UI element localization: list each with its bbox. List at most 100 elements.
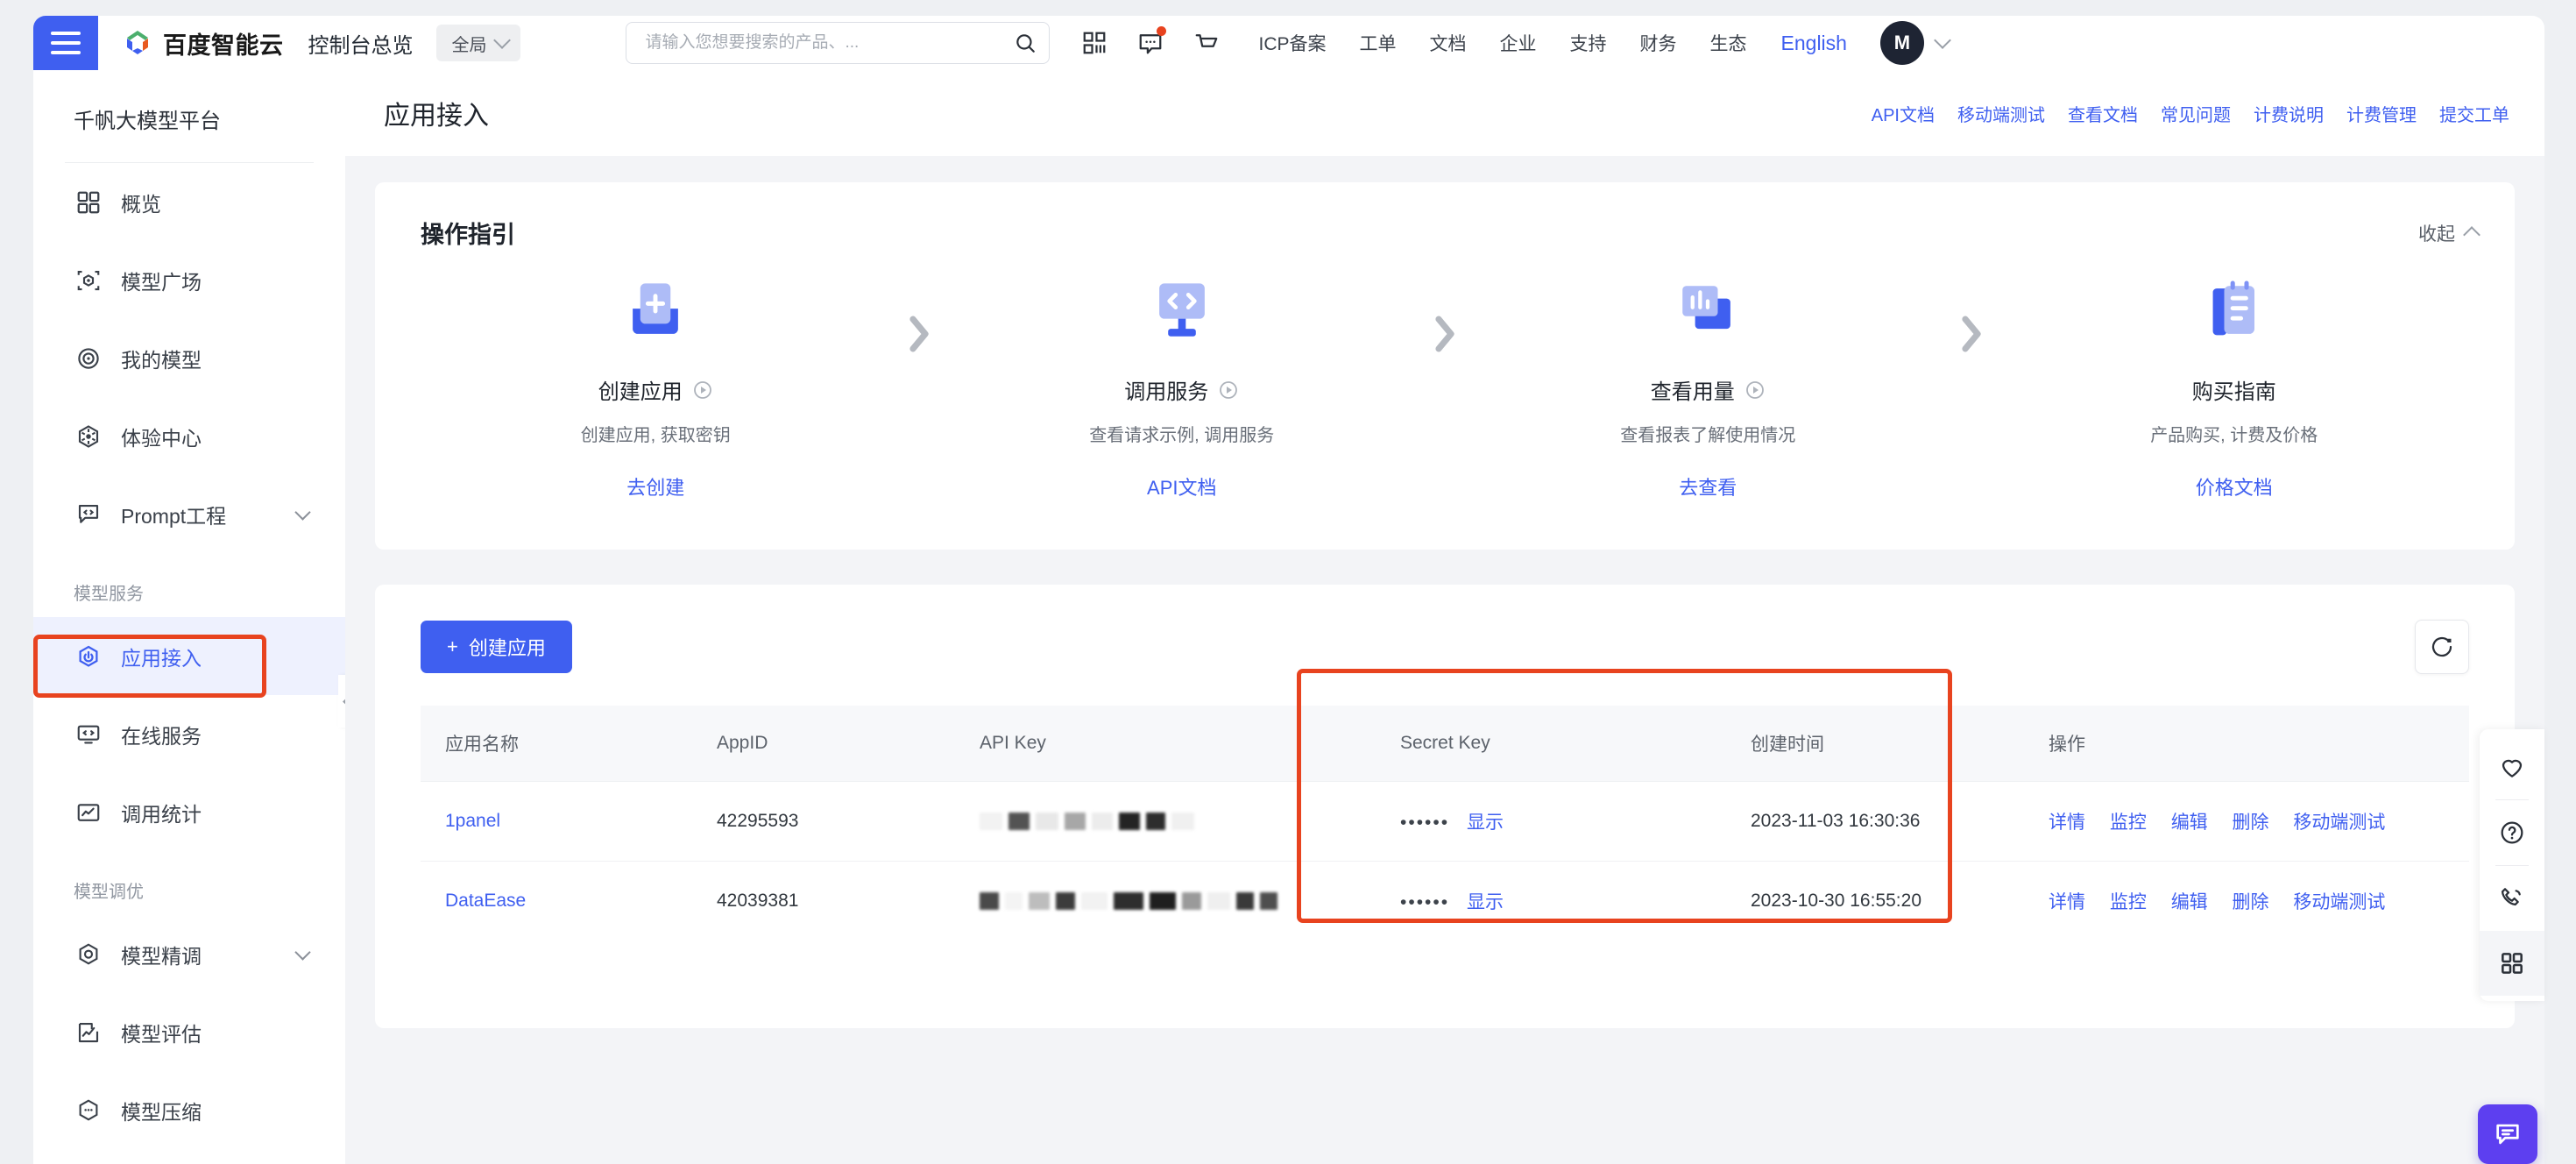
op-edit-link[interactable]: 编辑 (2171, 813, 2208, 833)
sidebar-item-model-evaluation[interactable]: 模型评估 (33, 993, 345, 1071)
avatar[interactable]: M (1880, 21, 1924, 65)
op-monitor-link[interactable]: 监控 (2110, 892, 2147, 912)
sidebar-item-application-access[interactable]: 应用接入 (33, 617, 345, 695)
console-title[interactable]: 控制台总览 (308, 28, 414, 59)
secret-key-show-link[interactable]: 显示 (1467, 892, 1504, 912)
apps-button[interactable] (2480, 931, 2544, 996)
chevron-down-icon[interactable] (294, 504, 310, 520)
search-input[interactable] (646, 33, 1014, 53)
cart-icon[interactable] (1193, 30, 1220, 56)
hamburger-icon[interactable] (33, 16, 98, 70)
play-circle-icon[interactable] (692, 380, 713, 401)
op-mobile-test-link[interactable]: 移动端测试 (2293, 813, 2385, 833)
op-edit-link[interactable]: 编辑 (2171, 892, 2208, 912)
application-appid: 42039381 (692, 862, 955, 941)
refresh-button[interactable] (2415, 620, 2469, 674)
op-mobile-test-link[interactable]: 移动端测试 (2293, 892, 2385, 912)
application-name-link[interactable]: 1panel (445, 811, 500, 831)
guide-step-title-text: 查看用量 (1651, 374, 1735, 405)
sidebar-item-model-compression[interactable]: 模型压缩 (33, 1071, 345, 1149)
guide-step-link[interactable]: 去创建 (626, 472, 684, 500)
sidebar-item-prompt-engineering[interactable]: Prompt工程 (33, 475, 345, 553)
guide-step-view-usage[interactable]: 查看用量 查看报表了解使用情况 去查看 (1480, 267, 1936, 500)
guide-collapse-button[interactable]: 收起 (2418, 220, 2478, 246)
nav-item-finance[interactable]: 财务 (1624, 30, 1694, 56)
sidebar-item-model-square[interactable]: 模型广场 (33, 241, 345, 319)
monitor-icon (75, 721, 102, 748)
sidebar-title: 千帆大模型平台 (33, 70, 345, 162)
header-link-submit-ticket[interactable]: 提交工单 (2439, 101, 2509, 126)
sidebar-item-label: 概览 (121, 188, 161, 217)
sidebar-item-label: 我的模型 (121, 344, 202, 373)
api-key-masked (980, 812, 1376, 831)
op-detail-link[interactable]: 详情 (2049, 892, 2085, 912)
baidu-cloud-logo-icon (123, 28, 152, 58)
top-bar: 百度智能云 控制台总览 全局 (33, 16, 2544, 70)
secret-key-show-link[interactable]: 显示 (1467, 813, 1504, 833)
topbar-nav: ICP备案 工单 文档 企业 支持 财务 生态 English (1242, 30, 1865, 56)
power-icon (75, 643, 102, 670)
application-name-link[interactable]: DataEase (445, 891, 526, 911)
guide-step-title: 创建应用 (598, 374, 713, 405)
header-link-billing-mgmt[interactable]: 计费管理 (2346, 101, 2417, 126)
header-link-mobile-test[interactable]: 移动端测试 (1957, 101, 2045, 126)
qrcode-icon[interactable] (1081, 30, 1108, 56)
chat-support-button[interactable] (2478, 1104, 2537, 1164)
op-delete-link[interactable]: 删除 (2233, 813, 2269, 833)
nav-item-docs[interactable]: 文档 (1413, 30, 1483, 56)
create-application-button[interactable]: + 创建应用 (421, 621, 572, 673)
chevron-down-icon[interactable] (294, 944, 310, 960)
upload-card-icon (615, 267, 696, 351)
call-button[interactable] (2480, 866, 2544, 931)
play-circle-icon[interactable] (1218, 380, 1239, 401)
guide-step-call-service[interactable]: 调用服务 查看请求示例, 调用服务 API文档 (954, 267, 1411, 500)
guide-step-link[interactable]: 去查看 (1679, 472, 1737, 500)
message-icon[interactable] (1137, 30, 1164, 56)
op-monitor-link[interactable]: 监控 (2110, 813, 2147, 833)
nav-item-icp[interactable]: ICP备案 (1242, 30, 1343, 56)
application-secret-key: •••••• 显示 (1376, 862, 1726, 941)
chevron-down-icon[interactable] (1934, 32, 1951, 49)
guide-step-purchase-guide[interactable]: 购买指南 产品购买, 计费及价格 价格文档 (2006, 267, 2463, 500)
column-header-secret-key: Secret Key (1376, 706, 1726, 782)
header-link-billing-desc[interactable]: 计费说明 (2254, 101, 2324, 126)
help-button[interactable] (2480, 800, 2544, 865)
op-delete-link[interactable]: 删除 (2233, 892, 2269, 912)
application-operations: 详情 监控 编辑 删除 移动端测试 (2024, 862, 2469, 941)
region-selector[interactable]: 全局 (436, 25, 520, 61)
header-link-api-doc[interactable]: API文档 (1872, 101, 1935, 126)
sidebar-item-overview[interactable]: 概览 (33, 163, 345, 241)
play-circle-icon[interactable] (1744, 380, 1766, 401)
guide-step-link[interactable]: 价格文档 (2196, 472, 2273, 500)
sidebar-item-online-service[interactable]: 在线服务 (33, 695, 345, 773)
sidebar: 千帆大模型平台 概览 模型广场 (33, 70, 345, 1164)
sidebar-item-model-finetune[interactable]: 模型精调 (33, 915, 345, 993)
application-api-key (955, 862, 1376, 941)
nav-item-ticket[interactable]: 工单 (1343, 30, 1413, 56)
guide-step-create-app[interactable]: 创建应用 创建应用, 获取密钥 去创建 (428, 267, 884, 500)
sidebar-item-my-models[interactable]: 我的模型 (33, 319, 345, 397)
search-icon[interactable] (1014, 32, 1037, 54)
favorite-button[interactable] (2480, 735, 2544, 799)
guide-step-title-text: 购买指南 (2192, 374, 2276, 405)
brand[interactable]: 百度智能云 (123, 26, 284, 60)
nav-item-support[interactable]: 支持 (1553, 30, 1624, 56)
account-menu[interactable]: M (1880, 21, 1949, 65)
nav-item-ecosystem[interactable]: 生态 (1694, 30, 1764, 56)
language-switch[interactable]: English (1764, 32, 1865, 55)
sidebar-item-label: 模型精调 (121, 940, 202, 969)
guide-steps: 创建应用 创建应用, 获取密钥 去创建 (375, 250, 2515, 550)
guide-step-link[interactable]: API文档 (1147, 472, 1216, 500)
nav-item-enterprise[interactable]: 企业 (1483, 30, 1553, 56)
guide-arrow-icon (1936, 267, 2006, 355)
chat-code-icon (75, 501, 102, 528)
op-detail-link[interactable]: 详情 (2049, 813, 2085, 833)
sidebar-item-label: 在线服务 (121, 720, 202, 749)
header-link-faq[interactable]: 常见问题 (2161, 101, 2231, 126)
sidebar-item-experience-center[interactable]: 体验中心 (33, 397, 345, 475)
table-toolbar: + 创建应用 (375, 620, 2515, 674)
create-application-label: 创建应用 (469, 633, 546, 661)
search-box[interactable] (626, 22, 1050, 64)
header-link-view-doc[interactable]: 查看文档 (2068, 101, 2138, 126)
sidebar-item-call-statistics[interactable]: 调用统计 (33, 773, 345, 851)
